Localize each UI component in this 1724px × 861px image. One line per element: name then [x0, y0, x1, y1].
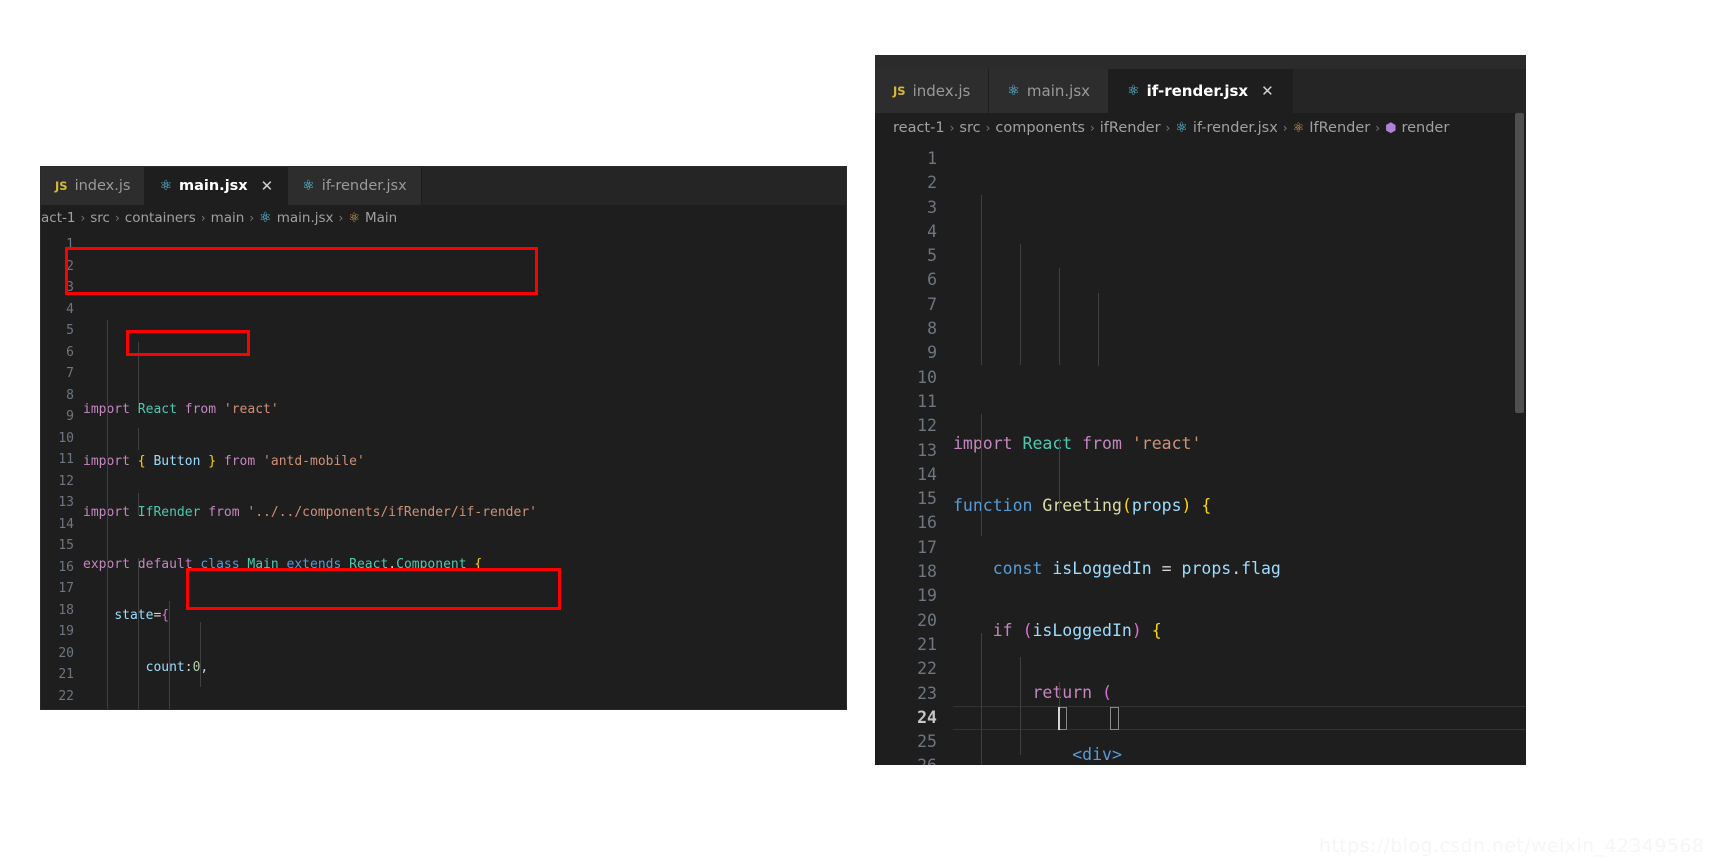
react-icon: ⚛: [1127, 83, 1140, 99]
breadcrumb-item-containers[interactable]: containers: [125, 210, 196, 226]
left-editor-source[interactable]: import React from 'react' import { Butto…: [83, 234, 846, 709]
breadcrumb-item-ifrender[interactable]: ifRender: [1100, 120, 1161, 136]
js-icon: JS: [55, 179, 68, 193]
code-line: state={: [114, 608, 170, 623]
tab-if-render-jsx[interactable]: ⚛ if-render.jsx ✕: [1109, 69, 1293, 113]
code-line: const isLoggedIn = props.flag: [992, 558, 1281, 578]
code-line: if (isLoggedIn) {: [992, 620, 1162, 640]
breadcrumb-separator-icon: ›: [949, 121, 955, 135]
close-icon[interactable]: ✕: [261, 177, 274, 195]
current-line-number: 24: [917, 707, 937, 727]
code-line: import { Button } from 'antd-mobile': [83, 453, 365, 469]
current-line-highlight: [953, 706, 1526, 731]
tabbar-empty-space: [1292, 69, 1526, 113]
left-editor-code-area[interactable]: 1234 5678 9 10 11 12 13 14 15 16 17 18 19 20 21 22…: [41, 234, 846, 709]
text-caret: [1058, 707, 1060, 730]
breadcrumb-item-method[interactable]: render: [1401, 120, 1449, 136]
tab-main-jsx[interactable]: ⚛ main.jsx: [989, 69, 1110, 113]
tabbar-empty-space: [421, 167, 846, 205]
code-line: import IfRender from '../../components/i…: [83, 505, 537, 520]
breadcrumb-separator-icon: ›: [985, 121, 991, 135]
right-editor-breadcrumb: react-1 › src › components › ifRender › …: [875, 113, 1526, 143]
code-line: import React from 'react': [953, 434, 1202, 453]
breadcrumb-item-file[interactable]: main.jsx: [277, 210, 334, 226]
code-line: count:0,: [145, 659, 209, 675]
breadcrumb-separator-icon: ›: [1375, 121, 1381, 135]
react-icon: ⚛: [159, 178, 172, 194]
tab-label: main.jsx: [179, 178, 248, 194]
breadcrumb-item-components[interactable]: components: [995, 120, 1085, 136]
close-icon[interactable]: ✕: [1261, 82, 1274, 100]
breadcrumb-item-main[interactable]: main: [211, 210, 245, 226]
tab-label: main.jsx: [1026, 82, 1091, 100]
code-line: <div>: [1072, 745, 1122, 765]
breadcrumb-item-project[interactable]: react-1: [893, 120, 945, 136]
breadcrumb-separator-icon: ›: [1165, 121, 1171, 135]
method-symbol-icon: ⬢: [1385, 120, 1397, 136]
breadcrumb-separator-icon: ›: [1089, 121, 1095, 135]
code-line: function Greeting(props) {: [953, 496, 1212, 516]
tab-index-js[interactable]: JS index.js: [875, 69, 990, 113]
right-editor-source[interactable]: import React from 'react' function Greet…: [953, 147, 1526, 765]
tab-main-jsx[interactable]: ⚛ main.jsx ✕: [145, 167, 289, 205]
code-line: flag:true: [83, 708, 846, 709]
code-line: export default class Main extends React.…: [83, 556, 483, 572]
tab-label: if-render.jsx: [321, 178, 407, 194]
tab-index-js[interactable]: JS index.js: [41, 167, 146, 205]
right-editor-code-area[interactable]: 1 2 3 4 5 6 7 8 9 10 11 12 13 14 15 16 1…: [875, 147, 1526, 765]
left-editor-tabbar: JS index.js ⚛ main.jsx ✕ ⚛ if-render.jsx: [41, 167, 846, 205]
code-line: return (: [1032, 683, 1112, 703]
breadcrumb-item-symbol[interactable]: Main: [365, 210, 397, 226]
tab-if-render-jsx[interactable]: ⚛ if-render.jsx: [288, 167, 422, 205]
breadcrumb-item-src[interactable]: src: [90, 210, 110, 226]
tab-label: index.js: [74, 178, 131, 194]
window-top-strip: [875, 55, 1526, 69]
bracket-match-close: [1110, 707, 1119, 730]
react-icon: ⚛: [1175, 120, 1188, 136]
breadcrumb-item-project[interactable]: act-1: [41, 210, 75, 226]
react-icon: ⚛: [1007, 83, 1020, 99]
code-line: import React from 'react': [83, 402, 279, 417]
left-code-editor-window: JS index.js ⚛ main.jsx ✕ ⚛ if-render.jsx…: [40, 166, 847, 710]
vertical-scrollbar-thumb[interactable]: [1515, 113, 1524, 413]
react-icon: ⚛: [259, 210, 272, 226]
tab-label: if-render.jsx: [1146, 82, 1249, 100]
react-icon: ⚛: [302, 178, 315, 194]
breadcrumb-separator-icon: ›: [338, 211, 344, 225]
breadcrumb-separator-icon: ›: [1282, 121, 1288, 135]
right-editor-tabbar: JS index.js ⚛ main.jsx ⚛ if-render.jsx ✕: [875, 69, 1526, 113]
right-editor-line-numbers: 1 2 3 4 5 6 7 8 9 10 11 12 13 14 15 16 1…: [875, 147, 953, 765]
left-editor-breadcrumb: act-1 › src › containers › main › ⚛ main…: [41, 205, 846, 231]
class-symbol-icon: ⚛: [348, 210, 360, 226]
window-top-strip: [41, 166, 846, 167]
csdn-watermark: https://blog.csdn.net/weixin_42349568: [1319, 835, 1705, 857]
breadcrumb-separator-icon: ›: [249, 211, 255, 225]
tab-label: index.js: [912, 82, 971, 100]
breadcrumb-item-file[interactable]: if-render.jsx: [1193, 120, 1278, 136]
js-icon: JS: [893, 84, 906, 98]
breadcrumb-separator-icon: ›: [200, 211, 206, 225]
breadcrumb-separator-icon: ›: [114, 211, 120, 225]
breadcrumb-item-src[interactable]: src: [959, 120, 980, 136]
class-symbol-icon: ⚛: [1292, 120, 1305, 136]
left-editor-line-numbers: 1234 5678 9 10 11 12 13 14 15 16 17 18 19 20 21 22…: [58, 237, 74, 704]
breadcrumb-separator-icon: ›: [80, 211, 86, 225]
breadcrumb-item-class[interactable]: IfRender: [1309, 120, 1370, 136]
right-code-editor-window: JS index.js ⚛ main.jsx ⚛ if-render.jsx ✕…: [875, 55, 1526, 765]
